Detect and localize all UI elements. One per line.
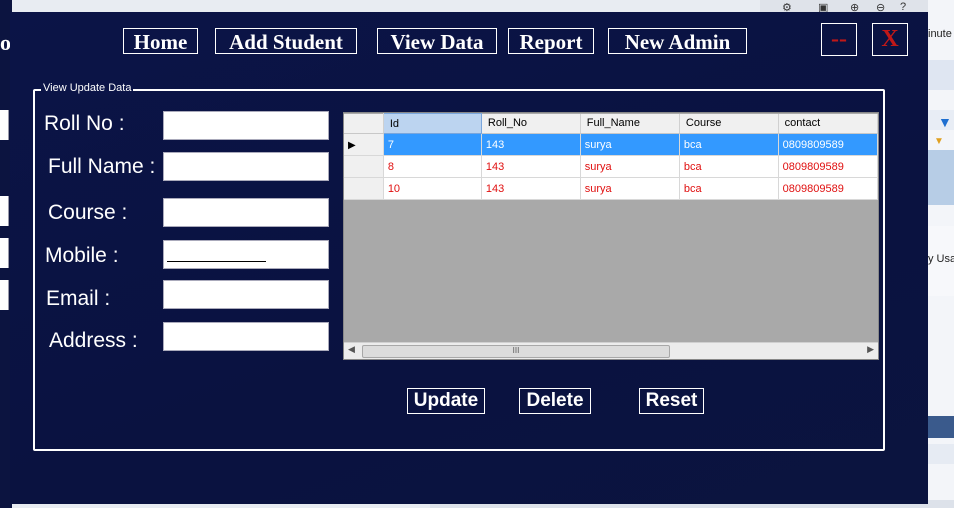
new-admin-button[interactable]: New Admin <box>608 28 747 54</box>
mobile-input-mask <box>167 261 266 262</box>
roll-no-input[interactable] <box>163 111 329 140</box>
student-data-grid[interactable]: Id Roll_No Full_Name Course contact ▶ 7 … <box>343 112 879 360</box>
email-input[interactable] <box>163 280 329 309</box>
horizontal-scrollbar[interactable]: ◀ III ▶ <box>344 342 878 359</box>
row-header[interactable] <box>344 177 384 200</box>
minimize-button[interactable]: -- <box>821 23 857 56</box>
background-toolbar: ⚙ ▣ ⊕ ⊖ ? <box>760 0 954 14</box>
table-row[interactable]: ▶ 7 143 surya bca 0809809589 <box>344 133 878 156</box>
scroll-left-arrow-icon[interactable]: ◀ <box>348 344 355 355</box>
scroll-right-arrow-icon[interactable]: ▶ <box>867 344 874 355</box>
scroll-thumb[interactable]: III <box>362 345 670 358</box>
cell-full-name[interactable]: surya <box>580 133 680 156</box>
cell-roll-no[interactable]: 143 <box>481 133 581 156</box>
background-text: y Usa <box>928 253 954 265</box>
cell-course[interactable]: bca <box>679 155 779 178</box>
full-name-input[interactable] <box>163 152 329 181</box>
cell-full-name[interactable]: surya <box>580 177 680 200</box>
background-text: inute <box>928 28 952 40</box>
home-button[interactable]: Home <box>123 28 198 54</box>
update-button[interactable]: Update <box>407 388 485 414</box>
grid-header-row: Id Roll_No Full_Name Course contact <box>344 113 878 134</box>
reset-button[interactable]: Reset <box>639 388 704 414</box>
student-management-window: Home Add Student View Data Report New Ad… <box>10 12 928 504</box>
background-field <box>0 110 9 140</box>
cell-full-name[interactable]: surya <box>580 155 680 178</box>
table-row[interactable]: 10 143 surya bca 0809809589 <box>344 177 878 200</box>
marker-icon: ▼ <box>934 136 944 147</box>
row-header[interactable]: ▶ <box>344 133 384 156</box>
triangle-down-icon: ▼ <box>938 114 952 130</box>
delete-button[interactable]: Delete <box>519 388 591 414</box>
cell-contact[interactable]: 0809809589 <box>778 155 878 178</box>
table-row[interactable]: 8 143 surya bca 0809809589 <box>344 155 878 178</box>
cell-id[interactable]: 7 <box>383 133 482 156</box>
report-button[interactable]: Report <box>508 28 594 54</box>
add-student-button[interactable]: Add Student <box>215 28 357 54</box>
row-pointer-icon: ▶ <box>348 139 356 151</box>
grid-corner-header <box>344 113 384 134</box>
background-field <box>0 196 9 226</box>
column-header-id[interactable]: Id <box>382 113 482 134</box>
column-header-roll-no[interactable]: Roll_No <box>481 113 581 134</box>
cell-roll-no[interactable]: 143 <box>481 155 581 178</box>
course-label: Course : <box>48 201 128 224</box>
view-data-button[interactable]: View Data <box>377 28 497 54</box>
column-header-course[interactable]: Course <box>679 113 779 134</box>
cell-roll-no[interactable]: 143 <box>481 177 581 200</box>
mobile-label: Mobile : <box>45 244 119 267</box>
row-header[interactable] <box>344 155 384 178</box>
cell-course[interactable]: bca <box>679 133 779 156</box>
email-label: Email : <box>46 287 111 310</box>
roll-no-label: Roll No : <box>44 112 125 135</box>
cell-contact[interactable]: 0809809589 <box>778 133 878 156</box>
background-field <box>0 280 9 310</box>
background-field <box>0 238 9 268</box>
address-label: Address : <box>49 329 138 352</box>
course-input[interactable] <box>163 198 329 227</box>
group-title: View Update Data <box>41 82 134 94</box>
cell-id[interactable]: 10 <box>383 177 482 200</box>
column-header-contact[interactable]: contact <box>778 113 878 134</box>
column-header-full-name[interactable]: Full_Name <box>580 113 680 134</box>
cell-course[interactable]: bca <box>679 177 779 200</box>
cell-contact[interactable]: 0809809589 <box>778 177 878 200</box>
address-input[interactable] <box>163 322 329 351</box>
background-panel-right: inute y Usa ▼ ▼ <box>928 0 954 508</box>
full-name-label: Full Name : <box>48 155 156 178</box>
mobile-masked-input[interactable] <box>163 240 329 269</box>
close-button[interactable]: X <box>872 23 908 56</box>
cell-id[interactable]: 8 <box>383 155 482 178</box>
